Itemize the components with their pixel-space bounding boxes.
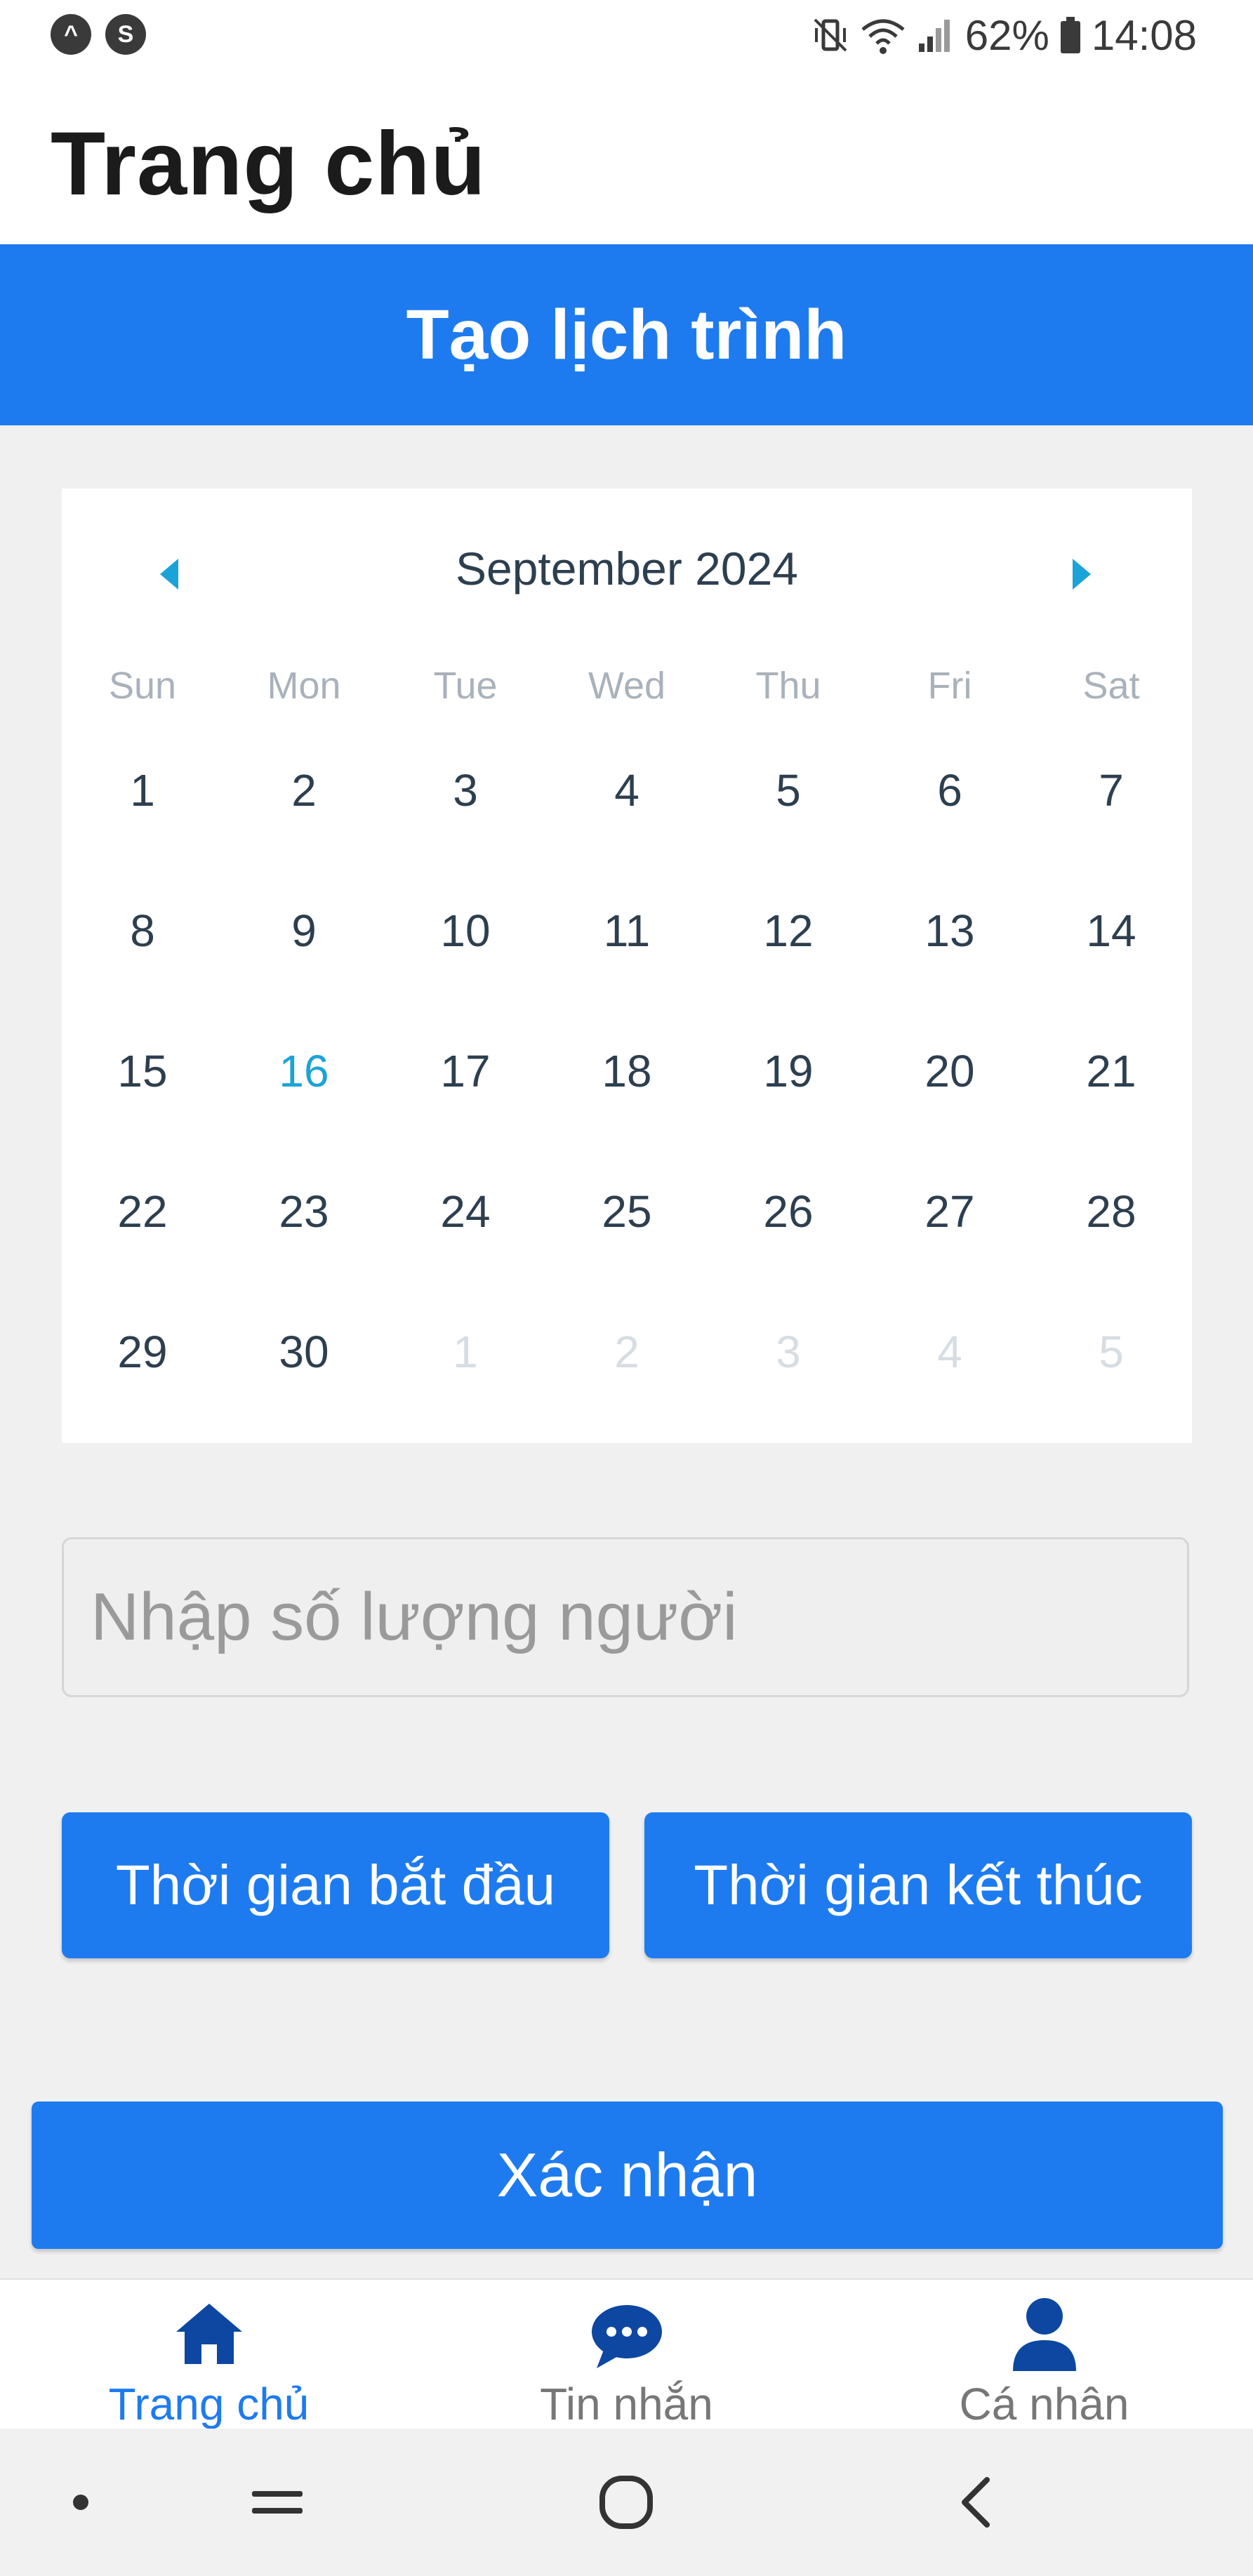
end-time-label: Thời gian kết thúc [694,1854,1143,1916]
calendar-day[interactable]: 30 [223,1326,385,1378]
days-grid: 1 2 3 4 5 6 7 8 9 10 11 12 13 14 15 16 17 18 19 20 21 22 23 24 2… [62,720,1192,1422]
calendar-day[interactable]: 25 [546,1186,708,1237]
calendar-day[interactable]: 26 [708,1186,869,1237]
tab-home-label: Trang chủ [108,2379,310,2429]
calendar-day[interactable]: 18 [546,1045,708,1097]
page-title: Trang chủ [51,114,486,214]
calendar-day[interactable]: 19 [708,1045,869,1097]
weekday-label: Sat [1082,665,1140,707]
calendar-day[interactable]: 28 [1030,1186,1192,1237]
person-icon [1012,2298,1076,2371]
calendar: September 2024 Sun Mon Tue Wed Thu Fri Sat 123… [62,489,1192,1443]
dot-icon [42,2429,119,2576]
calendar-day[interactable]: 6 [869,764,1030,816]
calendar-week-row: 1234567 [62,720,1192,861]
calendar-day[interactable]: 20 [869,1045,1030,1097]
calendar-day[interactable]: 15 [62,1045,223,1097]
system-nav-bar [0,2429,1253,2576]
chat-icon [591,2305,662,2368]
calendar-day[interactable]: 3 [385,764,546,816]
calendar-day[interactable]: 14 [1030,905,1192,957]
calendar-day[interactable]: 21 [1030,1045,1192,1097]
calendar-day[interactable]: 5 [708,764,869,816]
calendar-day-other-month: 1 [453,1327,478,1377]
calendar-day[interactable]: 17 [385,1045,546,1097]
calendar-day-other-month: 3 [776,1327,801,1377]
home-circle-icon[interactable] [584,2429,668,2576]
tab-home[interactable]: Trang chủ [0,2280,418,2430]
weekday-label: Sun [108,665,177,707]
start-time-label: Thời gian bắt đầu [115,1854,556,1916]
wifi-icon [861,19,905,54]
calendar-day[interactable]: 12 [708,905,869,957]
calendar-day-other-month: 2 [614,1327,639,1377]
tab-messages[interactable]: Tin nhắn [418,2280,835,2430]
tab-profile[interactable]: Cá nhân [835,2280,1253,2430]
status-bar: ^ S 62% 14:08 [0,0,1253,70]
calendar-day[interactable]: 2 [223,764,385,816]
status-right-cluster: 62% 14:08 [811,7,1197,63]
banner-title: Tạo lịch trình [406,295,847,374]
calendar-week-row: 8 9 10 11 12 13 14 [62,861,1192,1001]
tab-messages-label: Tin nhắn [540,2379,713,2429]
confirm-label: Xác nhận [496,2140,758,2210]
calendar-week-row: 22 23 24 25 26 27 28 [62,1141,1192,1282]
tab-profile-label: Cá nhân [959,2379,1129,2429]
signal-icon [918,20,950,52]
sync-icon: S [105,14,146,55]
calendar-week-row: 15 16 17 18 19 20 21 [62,1001,1192,1141]
calendar-day[interactable]: 22 [62,1186,223,1237]
calendar-day[interactable]: 10 [385,905,546,957]
app-a-icon: ^ [51,14,91,55]
calendar-day[interactable]: 7 [1030,764,1192,816]
calendar-day[interactable]: 9 [223,905,385,957]
start-time-button[interactable]: Thời gian bắt đầu [62,1812,609,1958]
weekday-label: Thu [755,665,821,707]
next-month-icon[interactable] [1073,559,1091,590]
calendar-day[interactable]: 23 [223,1186,385,1237]
clock: 14:08 [1091,11,1197,59]
home-icon [175,2304,242,2364]
back-icon[interactable] [934,2429,1018,2576]
weekday-label: Fri [927,665,972,707]
calendar-day[interactable]: 4 [546,764,708,816]
battery-icon [1060,17,1080,53]
people-count-input[interactable] [62,1537,1189,1697]
weekday-label: Tue [433,665,498,707]
weekday-header: Sun Mon Tue Wed Thu Fri Sat [62,664,1192,720]
calendar-day[interactable]: 11 [546,905,708,957]
calendar-day-today[interactable]: 16 [223,1045,385,1097]
calendar-day[interactable]: 13 [869,905,1030,957]
calendar-day[interactable]: 8 [62,905,223,957]
calendar-day-other-month: 5 [1099,1327,1124,1377]
bottom-tab-bar: Trang chủ Tin nhắn Cá nhân [0,2278,1253,2430]
month-title: September 2024 [455,543,798,595]
recents-icon[interactable] [232,2429,323,2576]
calendar-day[interactable]: 29 [62,1326,223,1378]
weekday-label: Mon [267,665,341,707]
calendar-day[interactable]: 27 [869,1186,1030,1237]
calendar-week-row: 29 30 1 2 3 4 5 [62,1282,1192,1422]
battery-percent: 62% [964,11,1049,59]
schedule-banner: Tạo lịch trình [0,244,1253,425]
calendar-day[interactable]: 1 [62,764,223,816]
vibrate-icon [814,18,847,52]
confirm-button[interactable]: Xác nhận [32,2102,1223,2249]
end-time-button[interactable]: Thời gian kết thúc [644,1812,1192,1958]
calendar-header: September 2024 [62,489,1192,664]
weekday-label: Wed [588,665,666,707]
calendar-day[interactable]: 24 [385,1186,546,1237]
calendar-day-other-month: 4 [937,1327,962,1377]
